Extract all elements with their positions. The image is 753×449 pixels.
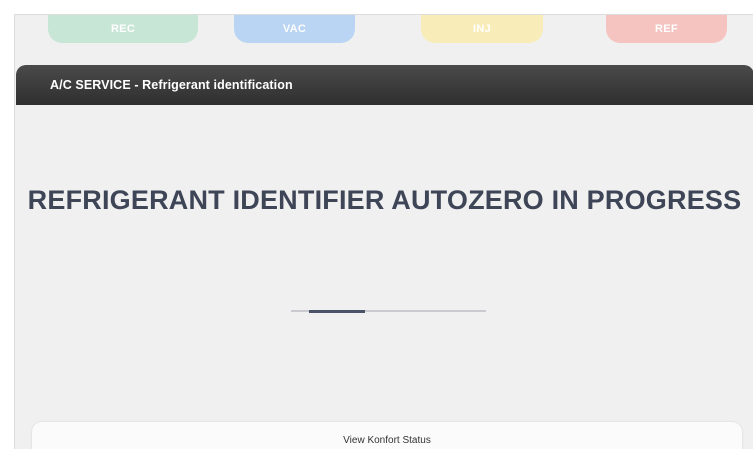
page-header: A/C SERVICE - Refrigerant identification: [16, 65, 753, 105]
phase-tab-label: VAC: [282, 23, 307, 35]
phase-tab-label: REF: [655, 23, 678, 35]
phase-tab-inj[interactable]: INJ: [421, 15, 543, 43]
status-message: REFRIGERANT IDENTIFIER AUTOZERO IN PROGR…: [27, 185, 742, 215]
view-konfort-status-label: View Konfort Status: [343, 435, 431, 446]
phase-tab-rec[interactable]: REC: [48, 15, 198, 43]
phase-tab-ref[interactable]: REF: [606, 15, 727, 43]
progress-indicator-fill: [308, 309, 366, 313]
phase-tab-label: INJ: [472, 23, 492, 35]
page-title: A/C SERVICE - Refrigerant identification: [50, 78, 293, 92]
phase-tab-label: REC: [110, 23, 136, 35]
phase-tab-vac[interactable]: VAC: [234, 15, 355, 43]
view-konfort-status-button[interactable]: View Konfort Status: [32, 422, 742, 449]
progress-indicator: [291, 309, 486, 313]
phase-tabs: REC VAC INJ REF: [15, 15, 753, 63]
app-screen: REC VAC INJ REF A/C SERVICE - Refrigeran…: [14, 14, 753, 449]
